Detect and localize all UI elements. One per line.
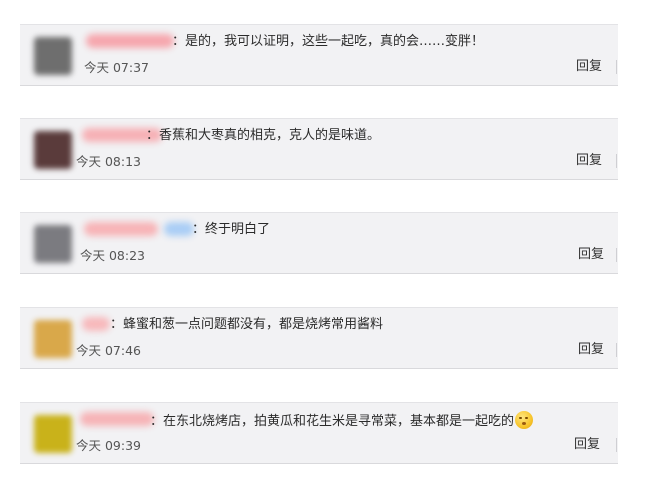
username-blurred[interactable]: [80, 412, 154, 426]
avatar[interactable]: [34, 131, 72, 169]
user-badge-blurred: [164, 222, 194, 236]
avatar[interactable]: [34, 225, 72, 263]
avatar[interactable]: [34, 320, 72, 358]
emoji-icon: [515, 411, 534, 429]
comment-time: 今天 07:37: [84, 60, 149, 75]
comment-text: ：香蕉和大枣真的相克，克人的是味道。: [146, 128, 381, 143]
comment-text-content: ：在东北烧烤店，拍黄瓜和花生米是寻常菜，基本都是一起吃的: [150, 414, 515, 429]
comment-time: 今天 09:39: [76, 438, 141, 453]
comment-text: ：是的，我可以证明，这些一起吃，真的会……变胖！: [172, 34, 485, 49]
divider: [616, 154, 617, 168]
comment-item: ：香蕉和大枣真的相克，克人的是味道。 今天 08:13 回复: [20, 118, 618, 180]
reply-button[interactable]: 回复: [574, 437, 600, 453]
divider: [616, 438, 617, 452]
reply-button[interactable]: 回复: [578, 247, 604, 263]
divider: [616, 248, 617, 262]
username-blurred[interactable]: [82, 317, 110, 331]
comment-item: ：在东北烧烤店，拍黄瓜和花生米是寻常菜，基本都是一起吃的 今天 09:39 回复: [20, 402, 618, 464]
avatar[interactable]: [34, 37, 72, 75]
comment-item: ：终于明白了 今天 08:23 回复: [20, 212, 618, 274]
comment-text: ：终于明白了: [192, 222, 271, 237]
reply-button[interactable]: 回复: [578, 342, 604, 358]
comment-item: ：是的，我可以证明，这些一起吃，真的会……变胖！ 今天 07:37 回复: [20, 24, 618, 86]
reply-button[interactable]: 回复: [576, 59, 602, 75]
comment-text: ：在东北烧烤店，拍黄瓜和花生米是寻常菜，基本都是一起吃的: [150, 411, 534, 431]
avatar[interactable]: [34, 415, 72, 453]
reply-button[interactable]: 回复: [576, 153, 602, 169]
comment-time: 今天 08:13: [76, 154, 141, 169]
comment-item: ：蜂蜜和葱一点问题都没有，都是烧烤常用酱料 今天 07:46 回复: [20, 307, 618, 369]
comment-time: 今天 07:46: [76, 343, 141, 358]
divider: [616, 60, 617, 74]
username-blurred[interactable]: [84, 222, 158, 236]
comment-text: ：蜂蜜和葱一点问题都没有，都是烧烤常用酱料: [110, 317, 384, 332]
divider: [616, 343, 617, 357]
comment-time: 今天 08:23: [80, 248, 145, 263]
username-blurred[interactable]: [86, 34, 174, 48]
